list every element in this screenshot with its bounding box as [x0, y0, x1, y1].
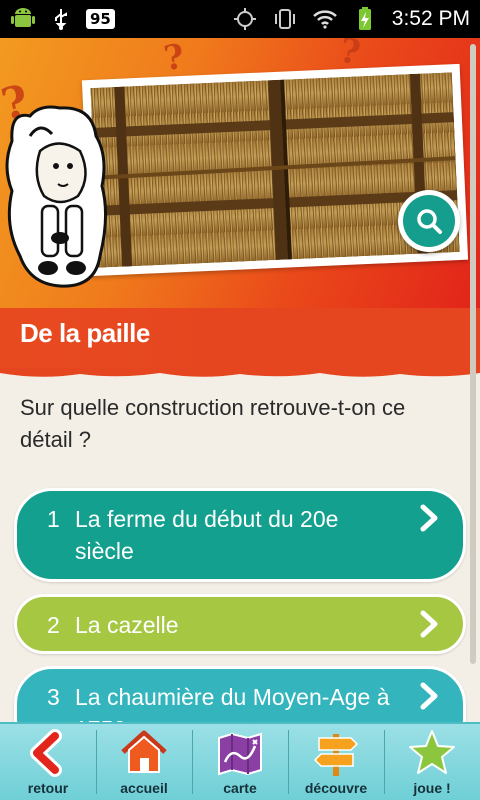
- nav-discover-button[interactable]: découvre: [288, 724, 384, 800]
- nav-play-button[interactable]: joue !: [384, 724, 480, 800]
- gps-icon: [233, 8, 256, 30]
- chevron-right-icon: [420, 610, 438, 638]
- answer-option-1[interactable]: 1 La ferme du début du 20e siècle: [14, 488, 466, 582]
- star-icon: [409, 730, 455, 774]
- header-banner: ? ? ?: [0, 38, 480, 308]
- signpost-icon: [313, 734, 359, 776]
- clock: 3:52 PM: [391, 7, 470, 30]
- nav-label: accueil: [120, 780, 168, 796]
- page-title: De la paille: [20, 318, 150, 348]
- question-mark-decoration: ?: [161, 38, 187, 80]
- question-text: Sur quelle construction retrouve-t-on ce…: [20, 395, 406, 452]
- answer-label: La cazelle: [75, 612, 179, 638]
- answer-option-2[interactable]: 2 La cazelle: [14, 594, 466, 654]
- search-icon: [417, 209, 442, 234]
- vibrate-icon: [274, 9, 295, 29]
- nav-back-button[interactable]: retour: [0, 724, 96, 800]
- status-bar: 95 3:52 PM: [0, 0, 480, 38]
- nav-home-button[interactable]: accueil: [96, 724, 192, 800]
- nav-label: carte: [223, 780, 257, 796]
- back-arrow-icon: [30, 729, 62, 777]
- sheep-mascot-icon: [5, 105, 108, 288]
- nav-map-button[interactable]: carte: [192, 724, 288, 800]
- home-icon: [121, 730, 167, 773]
- wifi-icon: [312, 10, 337, 29]
- battery-level-badge: 95: [86, 9, 115, 29]
- answer-label: La ferme du début du 20e siècle: [75, 506, 339, 564]
- battery-charging-icon: [358, 7, 371, 30]
- usb-icon: [55, 9, 67, 30]
- answer-number: 1: [47, 506, 60, 532]
- chevron-right-icon: [420, 504, 438, 532]
- bottom-navigation: retour accueil carte découvre joue !: [0, 722, 480, 800]
- android-icon: [11, 8, 35, 27]
- nav-label: joue !: [413, 780, 451, 796]
- map-icon: [218, 732, 262, 776]
- scrollbar[interactable]: [470, 44, 476, 664]
- answer-number: 2: [47, 612, 60, 638]
- chevron-right-icon: [420, 682, 438, 710]
- zoom-button[interactable]: [398, 190, 460, 252]
- nav-label: retour: [27, 780, 69, 796]
- nav-label: découvre: [304, 780, 368, 796]
